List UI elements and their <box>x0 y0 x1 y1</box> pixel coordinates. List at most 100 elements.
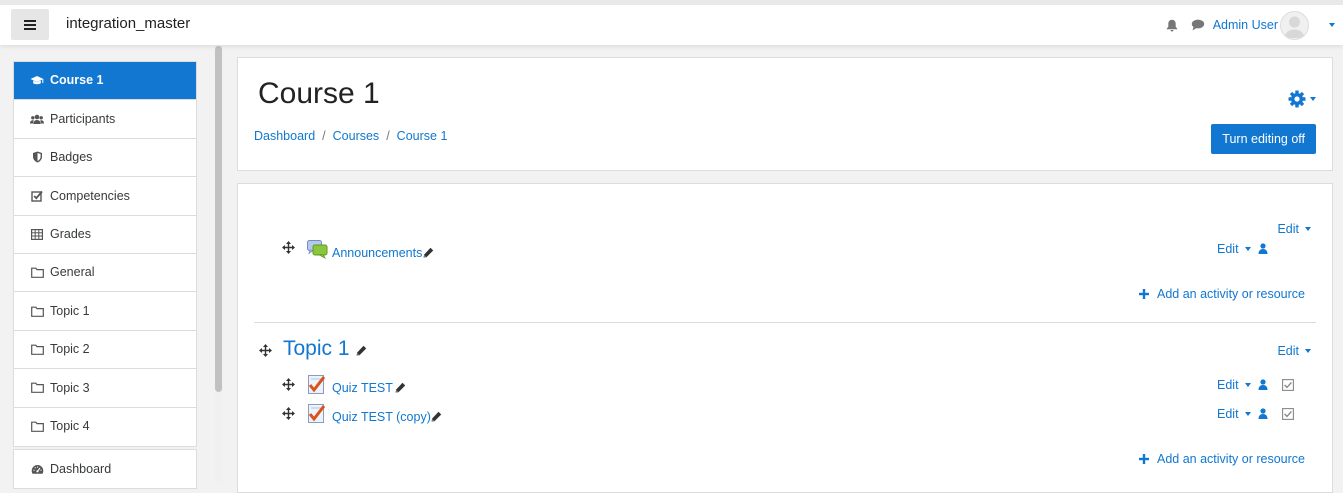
section-divider <box>254 322 1316 323</box>
scrollbar-thumb[interactable] <box>215 46 222 392</box>
table-icon <box>30 227 44 241</box>
move-icon[interactable] <box>282 241 295 254</box>
turn-editing-off-button[interactable]: Turn editing off <box>1211 124 1316 154</box>
activity-edit-label: Edit <box>1217 378 1239 392</box>
drawer-toggle-button[interactable] <box>11 9 49 40</box>
bell-icon[interactable] <box>1166 19 1178 32</box>
forum-icon <box>307 240 328 259</box>
sidebar-item-label: Participants <box>50 111 116 126</box>
activity-link-quiz-test-copy[interactable]: Quiz TEST (copy) <box>332 410 431 424</box>
site-nav-list: Dashboard <box>13 449 197 489</box>
sidebar-item-topic-2[interactable]: Topic 2 <box>14 331 196 370</box>
folder-icon <box>30 381 44 395</box>
sidebar-item-label: Topic 1 <box>50 303 90 318</box>
gear-icon <box>1288 90 1306 108</box>
users-icon <box>30 112 44 126</box>
completion-checkbox-icon[interactable] <box>1282 408 1294 420</box>
sidebar-item-participants[interactable]: Participants <box>14 100 196 139</box>
quiz-icon <box>308 375 326 394</box>
hamburger-icon <box>24 19 36 30</box>
move-icon[interactable] <box>259 344 272 357</box>
course-content: Edit Announcements Edit Add an activity … <box>237 183 1333 493</box>
sidebar-item-label: Course 1 <box>50 73 104 88</box>
sidebar-scrollbar[interactable] <box>215 46 223 483</box>
section-edit-label: Edit <box>1277 344 1299 358</box>
pencil-icon[interactable] <box>423 247 434 258</box>
sidebar-item-topic-4[interactable]: Topic 4 <box>14 408 196 446</box>
section-edit-menu[interactable]: Edit <box>1277 344 1311 358</box>
folder-icon <box>30 420 44 434</box>
folder-icon <box>30 266 44 280</box>
sidebar-item-topic-3[interactable]: Topic 3 <box>14 369 196 408</box>
navbar: integration_master Admin User <box>0 5 1343 45</box>
breadcrumb: Dashboard / Courses / Course 1 <box>254 129 447 143</box>
sidebar-item-general[interactable]: General <box>14 254 196 293</box>
user-nav: Admin User <box>1166 5 1343 45</box>
user-name[interactable]: Admin User <box>1213 18 1278 32</box>
chevron-down-icon <box>1305 349 1311 353</box>
activity-link-announcements[interactable]: Announcements <box>332 246 422 260</box>
activity-link-quiz-test[interactable]: Quiz TEST <box>332 381 393 395</box>
chevron-down-icon <box>1310 97 1316 101</box>
course-settings-menu[interactable] <box>1288 90 1316 108</box>
chevron-down-icon <box>1244 412 1251 416</box>
chevron-down-icon <box>1244 247 1251 251</box>
completion-checkbox-icon[interactable] <box>1282 379 1294 391</box>
sidebar-item-label: Competencies <box>50 188 130 203</box>
sidebar-item-badges[interactable]: Badges <box>14 139 196 178</box>
sidebar-item-label: Badges <box>50 150 93 165</box>
pencil-icon[interactable] <box>395 382 406 393</box>
add-activity-label: Add an activity or resource <box>1157 452 1305 466</box>
quiz-icon <box>308 404 326 423</box>
move-icon[interactable] <box>282 407 295 420</box>
breadcrumb-courses[interactable]: Courses <box>333 129 380 143</box>
activity-edit-label: Edit <box>1217 407 1239 421</box>
page-header: Course 1 Dashboard / Courses / Course 1 … <box>237 57 1333 171</box>
activity-edit-menu[interactable]: Edit <box>1217 407 1251 421</box>
add-activity-link[interactable]: Add an activity or resource <box>1139 287 1305 301</box>
course-nav-list: Course 1 Participants Badges Competencie… <box>13 61 197 447</box>
breadcrumb-course-1[interactable]: Course 1 <box>397 129 448 143</box>
user-icon[interactable] <box>1258 379 1268 390</box>
sidebar-item-label: Topic 2 <box>50 342 90 357</box>
activity-edit-menu[interactable]: Edit <box>1217 242 1251 256</box>
plus-icon <box>1139 289 1149 299</box>
sidebar-item-label: Grades <box>50 227 91 241</box>
section-edit-label: Edit <box>1277 222 1299 236</box>
add-activity-label: Add an activity or resource <box>1157 287 1305 301</box>
section-edit-menu[interactable]: Edit <box>1277 222 1311 236</box>
checkbox-icon <box>30 189 44 203</box>
user-icon[interactable] <box>1258 243 1268 254</box>
breadcrumb-separator: / <box>386 129 390 143</box>
activity-edit-label: Edit <box>1217 242 1239 256</box>
section-title-topic-1[interactable]: Topic 1 <box>283 337 350 361</box>
user-menu-caret-icon[interactable] <box>1329 23 1335 27</box>
pencil-icon[interactable] <box>431 411 442 422</box>
plus-icon <box>1139 454 1149 464</box>
sidebar-item-competencies[interactable]: Competencies <box>14 177 196 216</box>
sidebar-item-label: Topic 4 <box>50 419 90 434</box>
shield-icon <box>30 150 44 164</box>
user-avatar-icon[interactable] <box>1280 10 1309 40</box>
activity-edit-menu[interactable]: Edit <box>1217 378 1251 392</box>
sidebar-item-label: Dashboard <box>50 461 112 476</box>
chat-icon[interactable] <box>1191 19 1205 31</box>
breadcrumb-separator: / <box>322 129 326 143</box>
sidebar-item-grades[interactable]: Grades <box>14 216 196 254</box>
page-title: Course 1 <box>258 77 380 110</box>
graduation-cap-icon <box>30 74 44 88</box>
folder-icon <box>30 304 44 318</box>
sidebar-item-course-1[interactable]: Course 1 <box>14 62 196 101</box>
site-name[interactable]: integration_master <box>66 15 190 32</box>
chevron-down-icon <box>1244 383 1251 387</box>
breadcrumb-dashboard[interactable]: Dashboard <box>254 129 315 143</box>
user-icon[interactable] <box>1258 408 1268 419</box>
move-icon[interactable] <box>282 378 295 391</box>
pencil-icon[interactable] <box>356 345 367 356</box>
sidebar-item-topic-1[interactable]: Topic 1 <box>14 292 196 331</box>
sidebar-item-label: Topic 3 <box>50 380 90 395</box>
folder-icon <box>30 342 44 356</box>
dashboard-icon <box>30 462 44 476</box>
chevron-down-icon <box>1305 227 1311 231</box>
add-activity-link[interactable]: Add an activity or resource <box>1139 452 1305 466</box>
